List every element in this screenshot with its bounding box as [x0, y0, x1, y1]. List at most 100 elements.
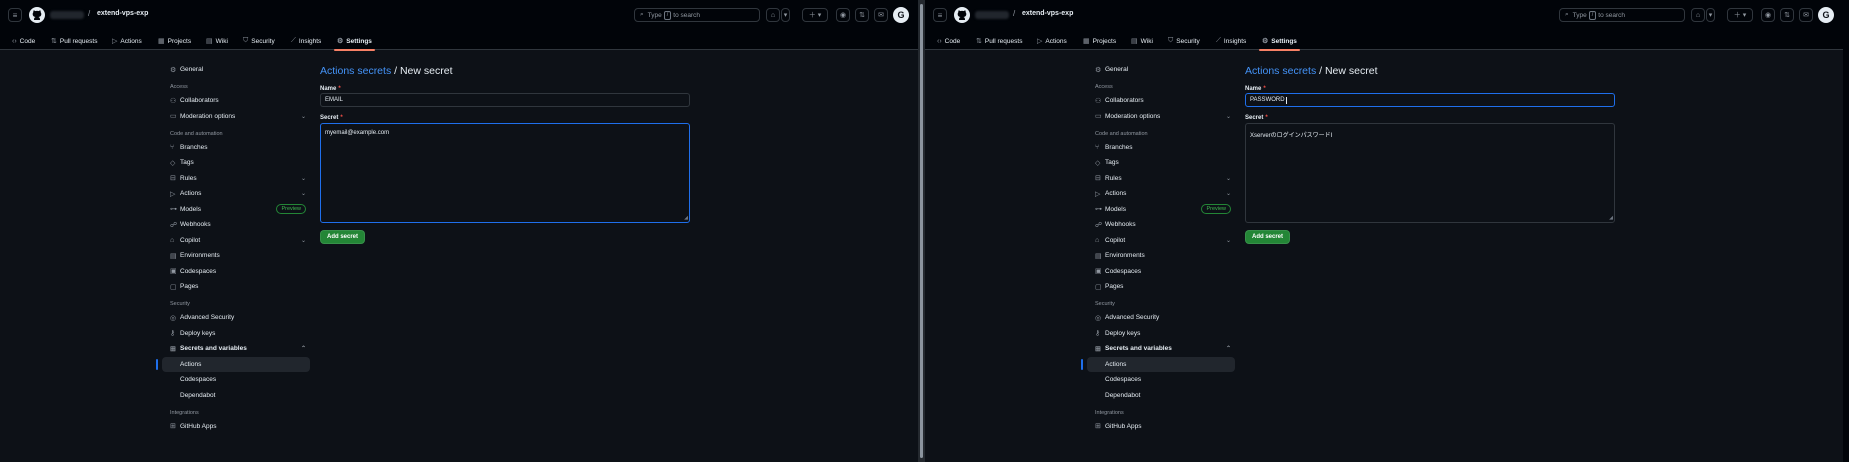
search-input[interactable]: ⌕ Type / to search — [634, 8, 760, 22]
sidebar-item-deploy-keys[interactable]: ⚷ Deploy keys — [1087, 326, 1235, 342]
tab-pull-requests[interactable]: ⇅ Pull requests — [51, 34, 97, 48]
sidebar-subitem-dependabot[interactable]: Dependabot — [162, 388, 310, 404]
sidebar-item-collaborators[interactable]: ⚇ Collaborators — [1087, 93, 1235, 109]
sidebar-item-moderation[interactable]: ▭ Moderation options ⌄ — [1087, 109, 1235, 125]
sidebar-item-tags[interactable]: ◇ Tags — [162, 155, 310, 171]
issues-icon[interactable]: ◉ — [836, 8, 850, 22]
sidebar-item-github-apps[interactable]: ⊞ GitHub Apps — [162, 419, 310, 435]
owner-name-blurred[interactable] — [50, 11, 84, 19]
scrollbar-thumb[interactable] — [920, 4, 923, 458]
window-scrollbar[interactable] — [918, 0, 925, 462]
secret-textarea[interactable]: XserverのログインパスワードI ◢ — [1245, 123, 1615, 223]
sidebar-item-copilot[interactable]: ⌂ Copilot ⌄ — [1087, 233, 1235, 249]
create-new-button[interactable]: ＋ ▾ — [1727, 8, 1753, 22]
tab-projects[interactable]: ▦ Projects — [1083, 34, 1116, 48]
sidebar-item-advanced-security[interactable]: ◎ Advanced Security — [1087, 310, 1235, 326]
issues-icon[interactable]: ◉ — [1761, 8, 1775, 22]
sidebar-item-actions[interactable]: ▷ Actions ⌄ — [162, 186, 310, 202]
tab-pull-requests[interactable]: ⇅ Pull requests — [976, 34, 1022, 48]
name-field[interactable]: EMAIL — [320, 93, 690, 107]
search-input[interactable]: ⌕ Type / to search — [1559, 8, 1685, 22]
comment-discussion-icon: ▭ — [170, 113, 177, 121]
github-logo-icon[interactable] — [954, 7, 970, 23]
sidebar-item-codespaces[interactable]: ▣ Codespaces — [162, 264, 310, 280]
resize-grip-icon[interactable]: ◢ — [684, 215, 688, 221]
add-secret-button[interactable]: Add secret — [1245, 230, 1290, 244]
name-field[interactable]: PASSWORD — [1245, 93, 1615, 107]
sidebar-item-general[interactable]: ⚙ General — [162, 62, 310, 78]
sidebar-item-models[interactable]: ⊶ Models Preview — [1087, 202, 1235, 218]
chevron-up-icon: ⌃ — [300, 346, 306, 353]
sidebar-item-webhooks[interactable]: ☍ Webhooks — [1087, 217, 1235, 233]
menu-icon[interactable]: ≡ — [8, 8, 22, 22]
copilot-icon[interactable]: ⌂ — [1691, 8, 1705, 22]
resize-grip-icon[interactable]: ◢ — [1609, 215, 1613, 221]
tab-security[interactable]: ⛉ Security — [243, 34, 275, 48]
sidebar-subitem-actions[interactable]: Actions — [1081, 356, 1235, 372]
tab-actions[interactable]: ▷ Actions — [1037, 34, 1067, 48]
create-new-button[interactable]: ＋ ▾ — [802, 8, 828, 22]
text-cursor — [1285, 96, 1287, 104]
pull-requests-icon[interactable]: ⇅ — [1780, 8, 1794, 22]
copilot-icon[interactable]: ⌂ — [766, 8, 780, 22]
user-avatar[interactable]: G — [1818, 7, 1834, 23]
sidebar-subitem-codespaces[interactable]: Codespaces — [162, 372, 310, 388]
tab-projects[interactable]: ▦ Projects — [158, 34, 191, 48]
sidebar-item-rules[interactable]: ⊟ Rules ⌄ — [1087, 171, 1235, 187]
sidebar-item-collaborators[interactable]: ⚇ Collaborators — [162, 93, 310, 109]
page-title: Actions secrets / New secret — [1245, 65, 1378, 77]
sidebar-item-tags[interactable]: ◇ Tags — [1087, 155, 1235, 171]
copilot-dropdown-icon[interactable]: ▾ — [1706, 8, 1715, 22]
sidebar-item-codespaces[interactable]: ▣ Codespaces — [1087, 264, 1235, 280]
add-secret-button[interactable]: Add secret — [320, 230, 365, 244]
sidebar-subitem-codespaces[interactable]: Codespaces — [1087, 372, 1235, 388]
tab-wiki[interactable]: ▤ Wiki — [1131, 34, 1153, 48]
tab-settings[interactable]: ⚙ Settings — [1259, 34, 1300, 51]
tab-insights[interactable]: ⟋ Insights — [291, 34, 321, 48]
sidebar-item-branches[interactable]: ⑂ Branches — [162, 140, 310, 156]
inbox-icon[interactable]: ✉ — [1799, 8, 1813, 22]
sidebar-item-pages[interactable]: ▢ Pages — [1087, 279, 1235, 295]
sidebar-item-models[interactable]: ⊶ Models Preview — [162, 202, 310, 218]
sidebar-item-advanced-security[interactable]: ◎ Advanced Security — [162, 310, 310, 326]
sidebar-item-copilot[interactable]: ⌂ Copilot ⌄ — [162, 233, 310, 249]
codespaces-icon: ▣ — [170, 268, 177, 276]
actions-secrets-link[interactable]: Actions secrets — [1245, 65, 1316, 77]
sidebar-item-pages[interactable]: ▢ Pages — [162, 279, 310, 295]
sidebar-item-moderation[interactable]: ▭ Moderation options ⌄ — [162, 109, 310, 125]
tab-settings[interactable]: ⚙ Settings — [334, 34, 375, 51]
sidebar-item-rules[interactable]: ⊟ Rules ⌄ — [162, 171, 310, 187]
sidebar-subitem-actions[interactable]: Actions — [156, 356, 310, 372]
tab-actions[interactable]: ▷ Actions — [112, 34, 142, 48]
tab-security[interactable]: ⛉ Security — [1168, 34, 1200, 48]
sidebar-item-environments[interactable]: ▤ Environments — [162, 248, 310, 264]
sidebar-item-branches[interactable]: ⑂ Branches — [1087, 140, 1235, 156]
tab-code[interactable]: ‹› Code — [937, 34, 960, 48]
actions-secrets-link[interactable]: Actions secrets — [320, 65, 391, 77]
sidebar-item-actions[interactable]: ▷ Actions ⌄ — [1087, 186, 1235, 202]
copilot-dropdown-icon[interactable]: ▾ — [781, 8, 790, 22]
sidebar-item-secrets[interactable]: ⊞ Secrets and variables ⌃ — [1087, 341, 1235, 357]
sidebar-subitem-dependabot[interactable]: Dependabot — [1087, 388, 1235, 404]
server-icon: ▤ — [1095, 252, 1102, 260]
inbox-icon[interactable]: ✉ — [874, 8, 888, 22]
sidebar-item-deploy-keys[interactable]: ⚷ Deploy keys — [162, 326, 310, 342]
tab-code[interactable]: ‹› Code — [12, 34, 35, 48]
user-avatar[interactable]: G — [893, 7, 909, 23]
sidebar-item-webhooks[interactable]: ☍ Webhooks — [162, 217, 310, 233]
sidebar-item-environments[interactable]: ▤ Environments — [1087, 248, 1235, 264]
secret-textarea[interactable]: myemail@example.com ◢ — [320, 123, 690, 223]
repo-name-link[interactable]: extend-vps-exp — [97, 10, 148, 17]
github-logo-icon[interactable] — [29, 7, 45, 23]
menu-icon[interactable]: ≡ — [933, 8, 947, 22]
owner-name-blurred[interactable] — [975, 11, 1009, 19]
repo-name-link[interactable]: extend-vps-exp — [1022, 10, 1073, 17]
sidebar-item-general[interactable]: ⚙ General — [1087, 62, 1235, 78]
pull-requests-icon[interactable]: ⇅ — [855, 8, 869, 22]
browser-icon: ▢ — [170, 283, 177, 291]
tab-wiki[interactable]: ▤ Wiki — [206, 34, 228, 48]
settings-sidebar: ⚙ General Access ⚇ Collaborators ▭ Moderati… — [1081, 62, 1235, 435]
sidebar-item-github-apps[interactable]: ⊞ GitHub Apps — [1087, 419, 1235, 435]
tab-insights[interactable]: ⟋ Insights — [1216, 34, 1246, 48]
sidebar-item-secrets[interactable]: ⊞ Secrets and variables ⌃ — [162, 341, 310, 357]
